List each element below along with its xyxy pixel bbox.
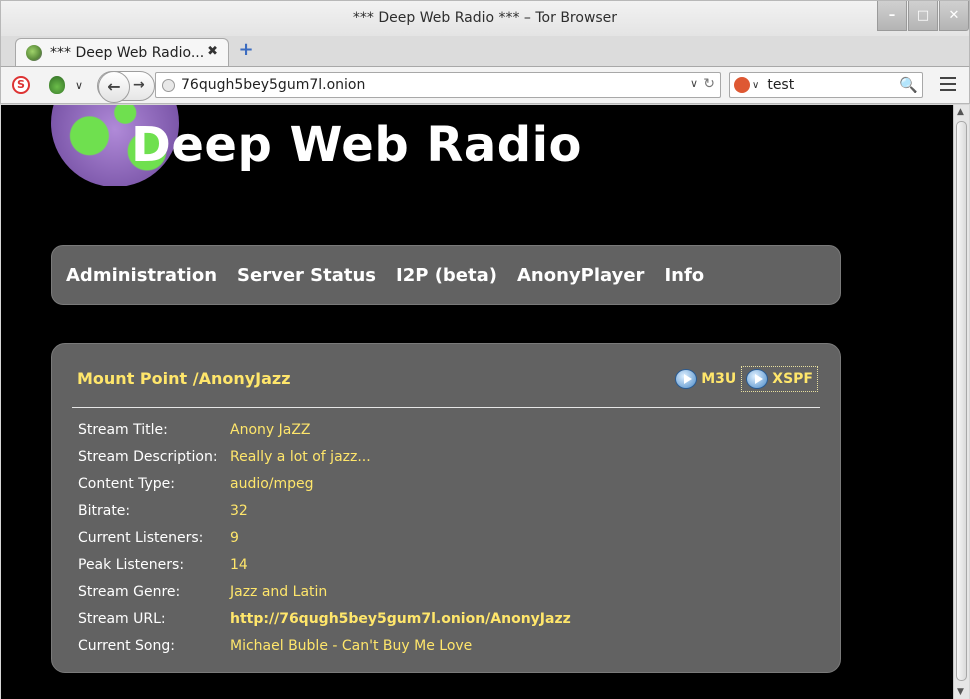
stream-url-link[interactable]: http://76qugh5bey5gum7l.onion/AnonyJazz <box>230 605 571 632</box>
site-navigation: Administration Server Status I2P (beta) … <box>51 245 841 305</box>
site-title: Deep Web Radio <box>131 117 583 173</box>
nav-server-status[interactable]: Server Status <box>237 265 376 286</box>
table-row: Stream URL: http://76qugh5bey5gum7l.onio… <box>78 605 571 632</box>
close-window-button[interactable]: ✕ <box>939 1 969 31</box>
play-icon <box>746 369 769 389</box>
current-song-label: Current Song: <box>78 637 175 654</box>
search-input[interactable] <box>767 77 898 93</box>
divider <box>72 407 820 408</box>
table-row: Stream Genre: Jazz and Latin <box>78 578 571 605</box>
bitrate-label: Bitrate: <box>78 502 131 519</box>
stream-genre-label: Stream Genre: <box>78 583 181 600</box>
mount-point-title: Mount Point /AnonyJazz <box>77 369 291 388</box>
nav-i2p-beta[interactable]: I2P (beta) <box>396 265 497 286</box>
table-row: Stream Title: Anony JaZZ <box>78 416 571 443</box>
navigation-toolbar: S ∨ ← → 76qugh5bey5gum7l.onion ∨ ↻ ∨ 🔍 <box>0 66 970 104</box>
globe-icon[interactable] <box>162 78 175 92</box>
xspf-label: XSPF <box>772 371 813 387</box>
table-row: Current Listeners: 9 <box>78 524 571 551</box>
url-bar[interactable]: 76qugh5bey5gum7l.onion ∨ ↻ <box>155 72 721 98</box>
back-forward-group: ← → <box>97 71 155 103</box>
duckduckgo-icon[interactable] <box>734 77 750 93</box>
search-icon[interactable]: 🔍 <box>899 76 918 94</box>
nav-anonyplayer[interactable]: AnonyPlayer <box>517 265 644 286</box>
tab-close-icon[interactable]: ✖ <box>207 44 218 59</box>
m3u-label: M3U <box>701 371 737 387</box>
page-viewport: Deep Web Radio Administration Server Sta… <box>1 105 953 699</box>
bitrate-value: 32 <box>230 502 248 519</box>
stream-description-value: Really a lot of jazz... <box>230 448 371 465</box>
search-bar[interactable]: ∨ 🔍 <box>729 72 923 98</box>
scroll-down-icon[interactable]: ▼ <box>957 687 964 697</box>
stream-title-value: Anony JaZZ <box>230 421 311 438</box>
current-listeners-value: 9 <box>230 529 239 546</box>
play-icon <box>675 369 698 389</box>
nav-info[interactable]: Info <box>664 265 704 286</box>
table-row: Content Type: audio/mpeg <box>78 470 571 497</box>
tor-onion-icon[interactable] <box>49 76 65 94</box>
table-row: Current Song: Michael Buble - Can't Buy … <box>78 632 571 659</box>
current-song-value: Michael Buble - Can't Buy Me Love <box>230 637 473 654</box>
minimize-button[interactable]: – <box>877 1 907 31</box>
scrollbar-thumb[interactable] <box>956 121 967 681</box>
stream-info-table: Stream Title: Anony JaZZ Stream Descript… <box>78 416 571 659</box>
forward-button[interactable]: → <box>133 77 145 93</box>
tab-strip: *** Deep Web Radio... ✖ + <box>0 36 970 66</box>
table-row: Stream Description: Really a lot of jazz… <box>78 443 571 470</box>
m3u-link[interactable]: M3U <box>670 366 741 392</box>
playlist-links: M3U XSPF <box>670 366 818 392</box>
tor-favicon-icon <box>26 44 42 61</box>
table-row: Bitrate: 32 <box>78 497 571 524</box>
peak-listeners-value: 14 <box>230 556 248 573</box>
mount-point-panel: Mount Point /AnonyJazz M3U XSPF Stream T… <box>51 343 841 673</box>
url-text[interactable]: 76qugh5bey5gum7l.onion <box>181 77 365 93</box>
vertical-scrollbar[interactable]: ▲ ▼ <box>953 105 969 699</box>
current-listeners-label: Current Listeners: <box>78 529 204 546</box>
stream-description-label: Stream Description: <box>78 448 218 465</box>
window-titlebar[interactable]: *** Deep Web Radio *** – Tor Browser – □… <box>0 0 970 36</box>
tab-label: *** Deep Web Radio... <box>50 44 205 61</box>
new-tab-button[interactable]: + <box>237 41 255 59</box>
scroll-up-icon[interactable]: ▲ <box>957 107 964 117</box>
url-history-chevron-down-icon[interactable]: ∨ <box>690 77 698 90</box>
content-type-label: Content Type: <box>78 475 176 492</box>
stream-title-label: Stream Title: <box>78 421 168 438</box>
back-button[interactable]: ← <box>98 71 130 103</box>
maximize-button[interactable]: □ <box>908 1 938 31</box>
reload-icon[interactable]: ↻ <box>703 76 715 92</box>
tab-deep-web-radio[interactable]: *** Deep Web Radio... ✖ <box>15 38 229 66</box>
nav-administration[interactable]: Administration <box>66 265 217 286</box>
noscript-icon[interactable]: S <box>12 76 30 94</box>
window-title: *** Deep Web Radio *** – Tor Browser <box>352 10 618 26</box>
tor-menu-chevron-down-icon[interactable]: ∨ <box>75 79 83 92</box>
stream-url-label: Stream URL: <box>78 610 166 627</box>
peak-listeners-label: Peak Listeners: <box>78 556 185 573</box>
window-controls: – □ ✕ <box>876 1 969 31</box>
table-row: Peak Listeners: 14 <box>78 551 571 578</box>
stream-genre-value: Jazz and Latin <box>230 583 328 600</box>
search-engine-chevron-down-icon[interactable]: ∨ <box>752 80 759 91</box>
content-type-value: audio/mpeg <box>230 475 314 492</box>
xspf-link[interactable]: XSPF <box>741 366 818 392</box>
hamburger-menu-icon[interactable] <box>940 77 956 91</box>
